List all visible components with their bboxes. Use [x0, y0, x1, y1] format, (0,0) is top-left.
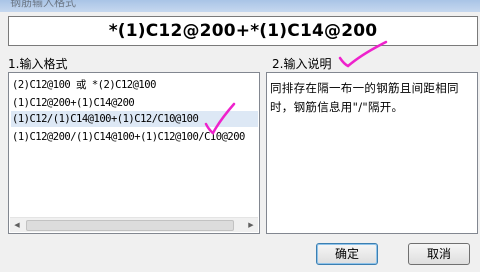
ok-button[interactable]: 确定	[316, 243, 378, 265]
description-text: 同排存在隔一布一的钢筋且间距相同时，钢筋信息用"/"隔开。	[270, 81, 459, 114]
cancel-button[interactable]: 取消	[408, 243, 470, 265]
input-format-label: 1.输入格式	[8, 57, 68, 71]
window-title: 钢筋输入格式	[10, 0, 76, 9]
list-item[interactable]: (2)C12@100 或 *(2)C12@100	[12, 77, 156, 93]
scrollbar-thumb[interactable]	[26, 220, 234, 231]
input-description-label: 2.输入说明	[272, 57, 332, 71]
description-box: 同排存在隔一布一的钢筋且间距相同时，钢筋信息用"/"隔开。	[266, 72, 478, 234]
formula-display: *(1)C12@200+*(1)C14@200	[8, 16, 478, 46]
title-bar: 钢筋输入格式	[0, 0, 480, 12]
list-item[interactable]: (1)C12@200+(1)C14@200	[12, 95, 135, 111]
scroll-left-icon[interactable]: ◀	[10, 218, 24, 232]
horizontal-scrollbar[interactable]: ◀ ▶	[10, 217, 258, 232]
checkmark-annotation-icon	[204, 102, 236, 135]
format-list[interactable]: (2)C12@100 或 *(2)C12@100 (1)C12@200+(1)C…	[8, 72, 260, 234]
scroll-right-icon[interactable]: ▶	[244, 218, 258, 232]
checkmark-annotation-icon	[338, 40, 388, 68]
